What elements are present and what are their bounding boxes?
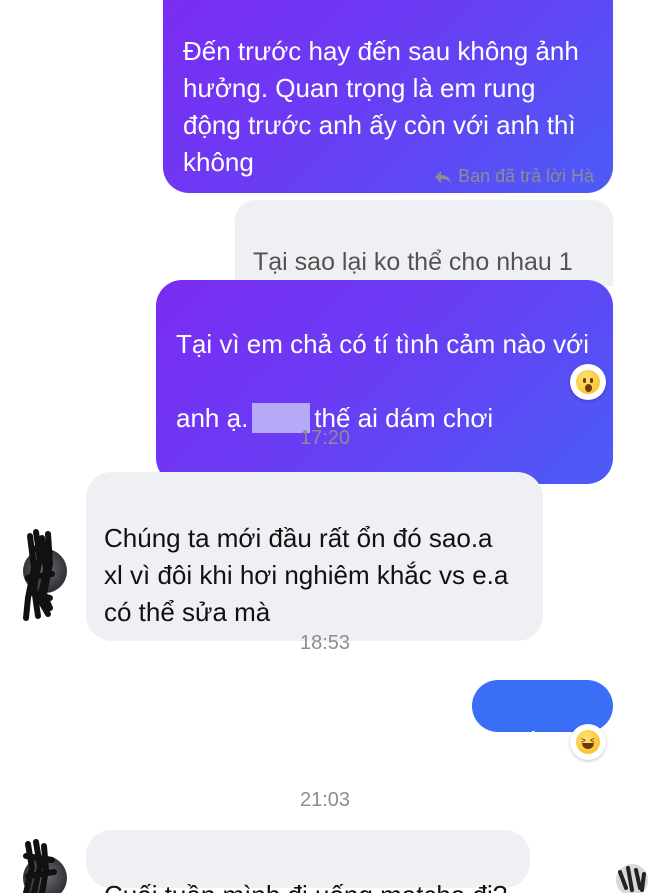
chat-thread: Đến trước hay đến sau không ảnh hưởng. Q…	[0, 0, 650, 893]
message-text-line: Tại vì em chả có tí tình cảm nào với	[176, 329, 589, 359]
scribble-redaction	[23, 839, 57, 893]
quoted-message-bubble[interactable]: Tại sao lại ko thể cho nhau 1 cơ hội chứ	[235, 200, 613, 346]
surprised-face-emoji-icon	[576, 370, 600, 394]
message-text: Cuối tuần mình đi uống matcha đi?	[104, 880, 507, 893]
laughing-face-emoji-icon: > <	[576, 730, 600, 754]
message-text: Chúng ta mới đầu rất ổn đó sao.a xl vì đ…	[104, 523, 509, 627]
incoming-message-bubble[interactable]: Cuối tuần mình đi uống matcha đi?	[86, 830, 530, 893]
incoming-message-bubble[interactable]: Chúng ta mới đầu rất ổn đó sao.a xl vì đ…	[86, 472, 543, 641]
message-reaction[interactable]: > <	[570, 724, 606, 760]
timestamp: 18:53	[299, 632, 351, 654]
reply-arrow-icon	[435, 170, 452, 184]
timestamp: 21:03	[299, 789, 351, 811]
outgoing-message-bubble[interactable]: Tại vì em chả có tí tình cảm nào với anh…	[156, 280, 613, 484]
message-reaction[interactable]	[570, 364, 606, 400]
outgoing-message-bubble[interactable]: Đến trước hay đến sau không ảnh hưởng. Q…	[163, 0, 613, 193]
scribble-redaction	[23, 529, 55, 621]
reply-indicator-label: Bạn đã trả lời Hà	[458, 166, 594, 186]
timestamp: 17:20	[299, 427, 351, 449]
reply-indicator: Bạn đã trả lời Hà	[434, 166, 594, 187]
message-text: Đến trước hay đến sau không ảnh hưởng. Q…	[183, 36, 579, 177]
seen-avatar	[616, 864, 648, 893]
